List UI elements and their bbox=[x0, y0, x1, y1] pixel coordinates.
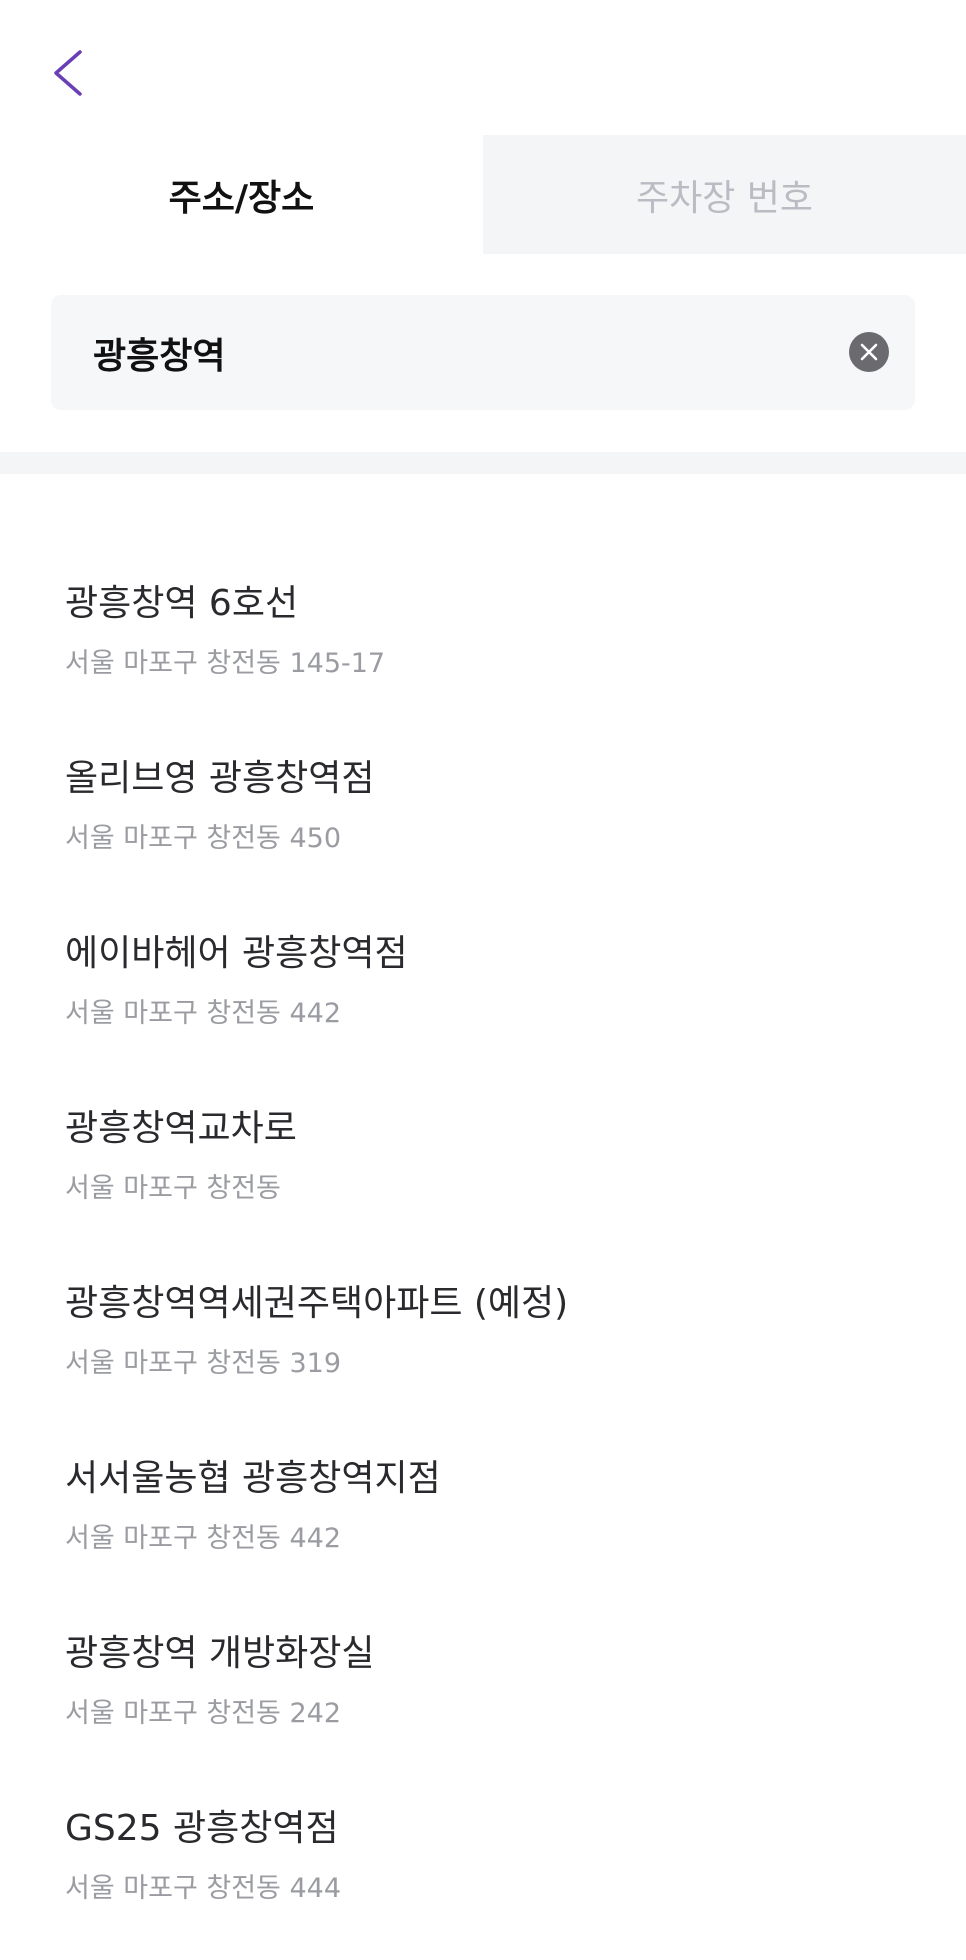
tab-address-place[interactable]: 주소/장소 bbox=[0, 135, 483, 254]
result-name: 광흥창역교차로 bbox=[65, 1108, 297, 1149]
result-address: 서울 마포구 창전동 444 bbox=[65, 1873, 342, 1905]
tab-address-place-label: 주소/장소 bbox=[168, 177, 315, 219]
result-address: 서울 마포구 창전동 bbox=[65, 1173, 281, 1205]
chevron-left-icon bbox=[54, 50, 82, 96]
result-name: 에이바헤어 광흥창역점 bbox=[65, 933, 408, 974]
search-input[interactable] bbox=[91, 321, 795, 384]
list-item[interactable]: 광흥창역 개방화장실 서울 마포구 창전동 242 bbox=[0, 1610, 966, 1785]
list-item[interactable]: 에이바헤어 광흥창역점 서울 마포구 창전동 442 bbox=[0, 910, 966, 1085]
close-icon bbox=[860, 343, 878, 361]
back-button[interactable] bbox=[50, 40, 110, 106]
section-divider bbox=[0, 452, 966, 474]
list-item[interactable]: GS25 광흥창역점 서울 마포구 창전동 444 bbox=[0, 1785, 966, 1960]
result-address: 서울 마포구 창전동 442 bbox=[65, 1523, 342, 1555]
list-item[interactable]: 올리브영 광흥창역점 서울 마포구 창전동 450 bbox=[0, 735, 966, 910]
result-name: GS25 광흥창역점 bbox=[65, 1808, 339, 1849]
result-address: 서울 마포구 창전동 145-17 bbox=[65, 648, 386, 680]
result-name: 광흥창역 6호선 bbox=[65, 583, 299, 624]
tab-bar: 주소/장소 주차장 번호 bbox=[0, 135, 966, 254]
result-name: 올리브영 광흥창역점 bbox=[65, 758, 375, 799]
search-results-list: 광흥창역 6호선 서울 마포구 창전동 145-17 올리브영 광흥창역점 서울… bbox=[0, 560, 966, 1960]
result-name: 광흥창역역세권주택아파트 (예정) bbox=[65, 1283, 569, 1324]
result-name: 서서울농협 광흥창역지점 bbox=[65, 1458, 441, 1499]
tab-parking-number[interactable]: 주차장 번호 bbox=[483, 135, 966, 254]
result-address: 서울 마포구 창전동 442 bbox=[65, 998, 342, 1030]
search-box bbox=[51, 295, 915, 410]
result-address: 서울 마포구 창전동 242 bbox=[65, 1698, 342, 1730]
top-bar bbox=[0, 0, 966, 135]
list-item[interactable]: 서서울농협 광흥창역지점 서울 마포구 창전동 442 bbox=[0, 1435, 966, 1610]
clear-search-button[interactable] bbox=[849, 332, 889, 372]
result-name: 광흥창역 개방화장실 bbox=[65, 1633, 375, 1674]
list-item[interactable]: 광흥창역교차로 서울 마포구 창전동 bbox=[0, 1085, 966, 1260]
list-item[interactable]: 광흥창역역세권주택아파트 (예정) 서울 마포구 창전동 319 bbox=[0, 1260, 966, 1435]
result-address: 서울 마포구 창전동 450 bbox=[65, 823, 342, 855]
result-address: 서울 마포구 창전동 319 bbox=[65, 1348, 342, 1380]
list-item[interactable]: 광흥창역 6호선 서울 마포구 창전동 145-17 bbox=[0, 560, 966, 735]
tab-parking-number-label: 주차장 번호 bbox=[635, 177, 814, 219]
